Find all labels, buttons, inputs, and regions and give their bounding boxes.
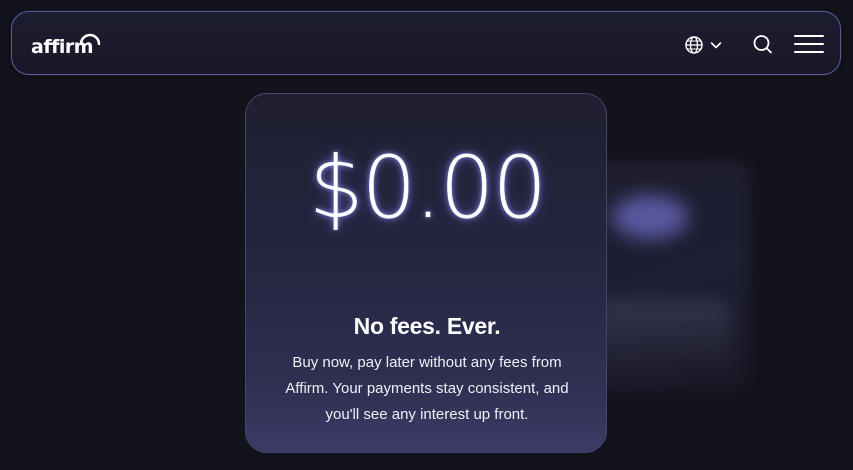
language-selector-button[interactable] bbox=[684, 32, 726, 58]
top-navigation-bar: affirm bbox=[11, 11, 841, 75]
search-button[interactable] bbox=[751, 31, 775, 57]
background-card-lines bbox=[600, 300, 730, 370]
page: affirm $0.00 No fees. Ever. Buy now, pay… bbox=[0, 0, 853, 470]
menu-button[interactable] bbox=[794, 31, 824, 57]
hamburger-menu-icon bbox=[794, 35, 824, 53]
fee-amount: $0.00 bbox=[308, 138, 548, 238]
logo-arc-icon bbox=[79, 33, 101, 45]
background-glow bbox=[612, 195, 688, 239]
chevron-down-icon bbox=[710, 42, 722, 49]
search-icon bbox=[753, 35, 772, 54]
globe-icon bbox=[685, 36, 703, 54]
card-description: Buy now, pay later without any fees from… bbox=[285, 354, 569, 423]
affirm-logo[interactable]: affirm bbox=[31, 31, 111, 59]
no-fees-card: $0.00 No fees. Ever. Buy now, pay later … bbox=[245, 93, 607, 453]
card-headline: No fees. Ever. bbox=[353, 313, 501, 339]
